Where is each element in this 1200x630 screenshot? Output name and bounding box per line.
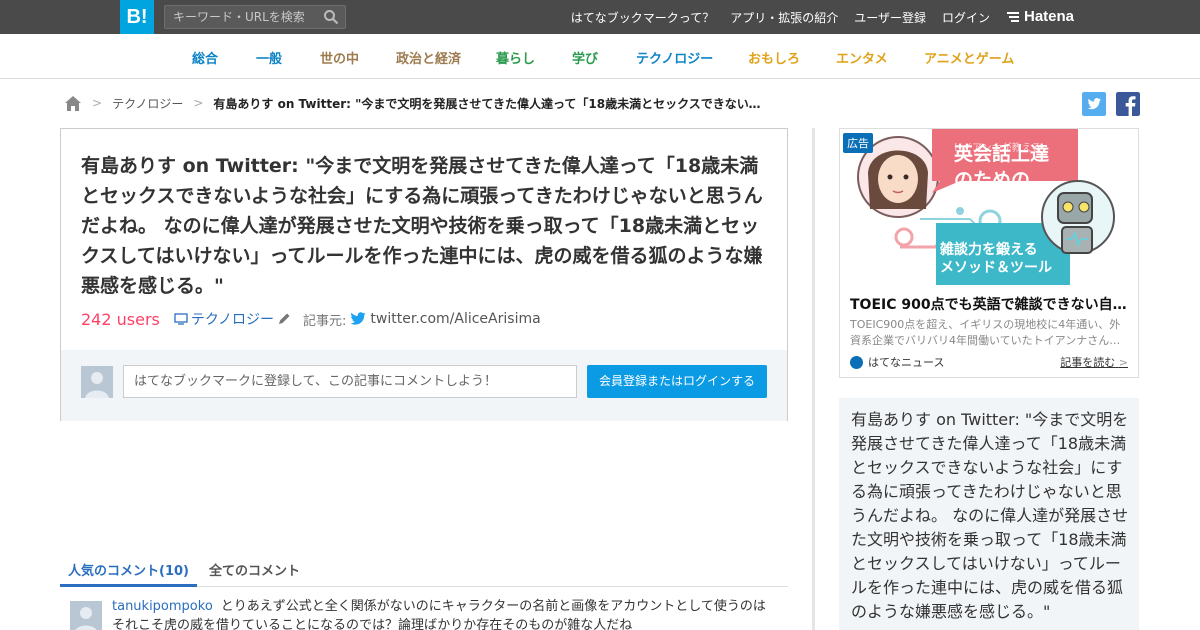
comment-input[interactable]: はてなブックマークに登録して、この記事にコメントしよう！ xyxy=(123,365,577,398)
top-bar: B! はてなブックマークって？ アプリ・拡張の紹介 ユーザー登録 ログイン Ha… xyxy=(0,0,1200,34)
comment-body: tanukipompoko とりあえず公式と全く関係がないのにキャラクターの名前と… xyxy=(112,597,770,630)
twitter-share-icon[interactable] xyxy=(1082,92,1106,116)
ad-headline-1: 英会話上達 xyxy=(954,143,1050,165)
commenter-avatar[interactable] xyxy=(70,601,102,630)
nav-login[interactable]: ログイン xyxy=(942,9,990,26)
register-login-button[interactable]: 会員登録またはログインする xyxy=(587,365,767,398)
entry-card: 有島ありす on Twitter: "今まで文明を発展させてきた偉人達って「18… xyxy=(60,128,788,421)
ad-description: TOEIC900点を超え、イギリスの現地校に4年通い、外資系企業でバリバリ4年間… xyxy=(850,318,1121,347)
ad-subheadline-1: 雑談力を鍛える xyxy=(940,242,1038,258)
breadcrumb-current: 有島ありす on Twitter: "今まで文明を発展させてきた偉人達って「18… xyxy=(213,96,769,111)
search-input[interactable] xyxy=(165,6,315,28)
category-life[interactable]: 暮らし xyxy=(496,48,535,67)
top-nav: はてなブックマークって？ アプリ・拡張の紹介 ユーザー登録 ログイン xyxy=(571,0,990,34)
comment-form: はてなブックマークに登録して、この記事にコメントしよう！ 会員登録またはログイン… xyxy=(61,350,787,421)
nav-register[interactable]: ユーザー登録 xyxy=(854,9,926,26)
category-bar: 総合 一般 世の中 政治と経済 暮らし 学び テクノロジー おもしろ エンタメ … xyxy=(0,34,1200,79)
monitor-icon xyxy=(174,313,188,325)
ad-subheadline-2: メソッド＆ツール xyxy=(940,260,1052,276)
chevron-right-icon: > xyxy=(1118,356,1128,369)
source-link[interactable]: twitter.com/AliceArisima xyxy=(350,311,541,327)
tab-popular-comments[interactable]: 人気のコメント(10) xyxy=(60,560,197,587)
entry-category-label: テクノロジー xyxy=(190,312,275,328)
category-fun[interactable]: おもしろ xyxy=(748,48,800,67)
chevron-right-icon: > xyxy=(193,96,204,110)
hatena-brand[interactable]: Hatena xyxy=(1006,8,1074,25)
breadcrumb: > テクノロジー > 有島ありす on Twitter: "今まで文明を発展させ… xyxy=(64,94,768,112)
category-economics[interactable]: 政治と経済 xyxy=(396,48,461,67)
category-game[interactable]: アニメとゲーム xyxy=(924,48,1014,67)
twitter-bird-icon xyxy=(350,312,366,325)
ad-read-more-label: 記事を読む xyxy=(1060,356,1116,369)
users-count[interactable]: 242 users xyxy=(81,310,160,329)
search-icon[interactable] xyxy=(323,9,339,25)
entry-title[interactable]: 有島ありす on Twitter: "今まで文明を発展させてきた偉人達って「18… xyxy=(81,151,771,301)
default-avatar-icon xyxy=(85,372,109,398)
ad-read-more-link[interactable]: 記事を読む > xyxy=(1060,354,1128,370)
ad-source-name: はてなニュース xyxy=(868,356,945,369)
user-avatar xyxy=(81,366,113,398)
home-icon[interactable] xyxy=(64,95,82,112)
entry-category-link[interactable]: テクノロジー xyxy=(174,309,291,329)
hatena-bookmark-logo[interactable]: B! xyxy=(120,0,154,34)
sidebar-summary-text: 有島ありす on Twitter: "今まで文明を発展させてきた偉人達って「18… xyxy=(851,410,1129,621)
pencil-icon[interactable] xyxy=(277,312,291,326)
ad-source: はてなニュース xyxy=(850,354,944,370)
hatena-logo-icon xyxy=(1007,11,1019,22)
ad-title[interactable]: TOEIC 900点でも英語で雑談できない自分に悩んだ xyxy=(850,294,1128,314)
source-label: 記事元: xyxy=(303,313,347,329)
category-knowledge[interactable]: 学び xyxy=(572,48,598,67)
nav-apps[interactable]: アプリ・拡張の紹介 xyxy=(730,9,838,26)
category-it[interactable]: テクノロジー xyxy=(636,48,713,67)
source-domain: twitter.com/AliceArisima xyxy=(370,311,541,327)
breadcrumb-category[interactable]: テクノロジー xyxy=(112,95,183,112)
nav-about[interactable]: はてなブックマークって？ xyxy=(571,9,714,26)
category-entertainment[interactable]: エンタメ xyxy=(836,48,888,67)
hatena-news-icon xyxy=(850,355,863,369)
ad-image[interactable]: トイアンナが教える 英会話上達 のための 雑談力を鍛える メソッド＆ツール 広告 xyxy=(840,129,1138,287)
sidebar-summary: 有島ありす on Twitter: "今まで文明を発展させてきた偉人達って「18… xyxy=(839,398,1139,630)
category-social[interactable]: 世の中 xyxy=(320,48,359,67)
search-box[interactable] xyxy=(164,5,346,29)
sponsored-ad[interactable]: トイアンナが教える 英会話上達 のための 雑談力を鍛える メソッド＆ツール 広告… xyxy=(839,128,1139,378)
ad-headline-2: のための xyxy=(954,169,1031,191)
category-all[interactable]: 一般 xyxy=(256,48,282,67)
column-divider xyxy=(812,128,815,630)
comment-item: tanukipompoko とりあえず公式と全く関係がないのにキャラクターの名前と… xyxy=(70,597,770,630)
entry-meta: 242 users テクノロジー 記事元: twitter.com/AliceA… xyxy=(81,309,541,329)
chevron-right-icon: > xyxy=(92,96,103,110)
facebook-share-icon[interactable] xyxy=(1116,92,1140,116)
tab-all-comments[interactable]: 全てのコメント xyxy=(209,560,300,587)
category-general[interactable]: 総合 xyxy=(192,48,218,67)
default-avatar-icon xyxy=(75,607,97,630)
commenter-name[interactable]: tanukipompoko xyxy=(112,599,213,614)
hatena-brand-text: Hatena xyxy=(1024,8,1075,25)
ad-badge: 広告 xyxy=(843,133,873,153)
comment-tabs: 人気のコメント(10) 全てのコメント xyxy=(60,555,788,587)
